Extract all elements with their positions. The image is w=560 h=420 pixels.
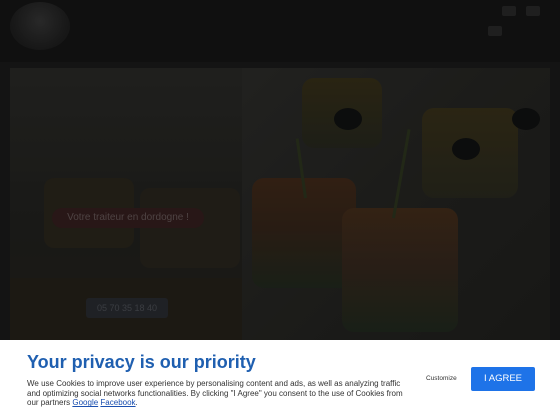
google-link[interactable]: Google [72,398,98,407]
cookie-text-end: . [135,398,138,408]
facebook-link[interactable]: Facebook [100,398,135,407]
cookie-banner: Your privacy is our priority We use Cook… [0,340,560,420]
cookie-banner-title: Your privacy is our priority [27,352,256,372]
agree-button[interactable]: I AGREE [471,367,535,391]
customize-link[interactable]: Customize [426,375,457,382]
cookie-banner-text: We use Cookies to improve user experienc… [27,379,409,408]
